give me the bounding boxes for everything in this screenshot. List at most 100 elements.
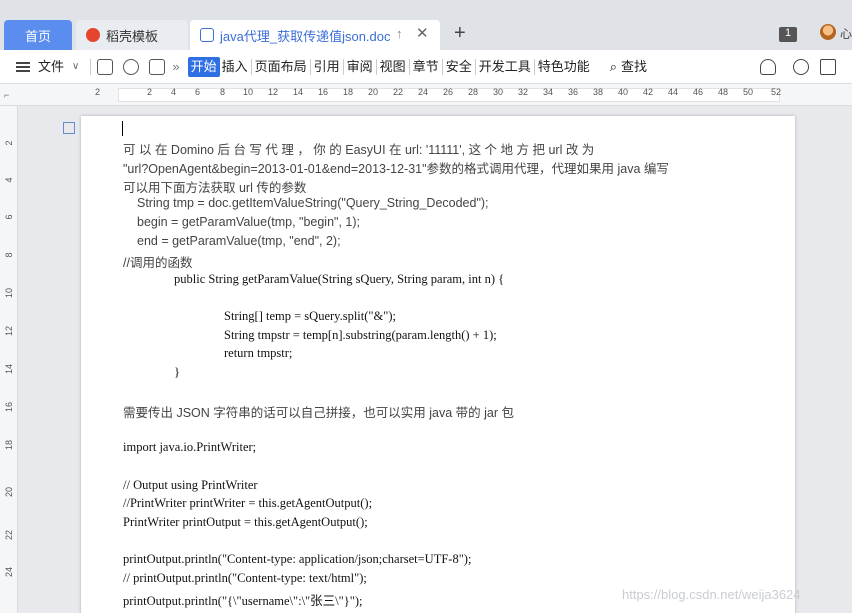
ruler-number: 14 xyxy=(4,364,14,375)
horizontal-ruler[interactable]: ⌐ 2 2 4 6 8 10 12 14 16 18 20 22 24 26 2… xyxy=(0,84,852,106)
ruler-number: 2 xyxy=(95,87,101,97)
search-button[interactable]: 查找 xyxy=(619,57,649,77)
doc-line-11: return tmpstr; xyxy=(224,346,293,360)
ruler-number: 26 xyxy=(443,87,454,97)
ruler-number: 30 xyxy=(493,87,504,97)
ruler-number: 36 xyxy=(568,87,579,97)
window-count-badge[interactable]: 1 xyxy=(779,27,797,42)
ruler-number: 34 xyxy=(543,87,554,97)
file-menu[interactable]: 文件 xyxy=(36,57,66,77)
ruler-number: 2 xyxy=(4,140,14,146)
format-painter-icon[interactable] xyxy=(123,58,140,75)
tab-home[interactable]: 首页 xyxy=(4,20,72,50)
user-label: 心 xyxy=(840,27,852,41)
ruler-number: 46 xyxy=(693,87,704,97)
ruler-number: 22 xyxy=(393,87,404,97)
ruler-number: 28 xyxy=(468,87,479,97)
divider xyxy=(408,58,410,75)
ruler-number: 14 xyxy=(293,87,304,97)
document-workspace[interactable]: 可 以 在 Domino 后 台 写 代 理 ， 你 的 EasyUI 在 ur… xyxy=(19,106,852,613)
ruler-number: 18 xyxy=(4,440,14,451)
ruler-number: 12 xyxy=(268,87,279,97)
menu-features[interactable]: 特色功能 xyxy=(536,57,592,77)
doc-line-15: // Output using PrintWriter xyxy=(123,478,258,492)
text-cursor xyxy=(122,121,123,136)
ruler-number: 40 xyxy=(618,87,629,97)
menu-developer[interactable]: 开发工具 xyxy=(477,57,533,77)
tab-document[interactable]: java代理_获取传递值json.doc ↑ ✕ xyxy=(190,20,440,50)
divider xyxy=(250,58,252,75)
ruler-number: 6 xyxy=(4,214,14,220)
menu-start[interactable]: 开始 xyxy=(187,56,220,77)
menu-references[interactable]: 引用 xyxy=(312,57,342,77)
menu-insert[interactable]: 插入 xyxy=(220,57,250,77)
divider xyxy=(342,58,344,75)
divider xyxy=(375,58,377,75)
doc-line-20: printOutput.println("{\"username\":\"张三\… xyxy=(123,594,363,608)
hamburger-icon[interactable] xyxy=(16,61,30,72)
ruler-number: 24 xyxy=(4,567,14,578)
doc-line-8: public String getParamValue(String sQuer… xyxy=(174,272,505,286)
menu-view[interactable]: 视图 xyxy=(378,57,408,77)
pin-icon[interactable]: ↑ xyxy=(396,26,403,41)
menu-security[interactable]: 安全 xyxy=(444,57,474,77)
tab-template[interactable]: 稻壳模板 xyxy=(76,20,188,50)
avatar[interactable] xyxy=(820,24,836,40)
new-tab-button[interactable]: + xyxy=(454,22,466,45)
close-tab-icon[interactable]: ✕ xyxy=(416,24,429,42)
vertical-ruler[interactable]: 2 4 6 8 10 12 14 16 18 20 22 24 xyxy=(0,106,18,613)
ruler-number: 6 xyxy=(195,87,201,97)
ruler-number: 50 xyxy=(743,87,754,97)
ribbon-menu-bar: 文件 ∨ » 开始 插入 页面布局 引用 审阅 视图 章节 安全 开发工具 特色… xyxy=(0,50,852,84)
doc-line-16: //PrintWriter printWriter = this.getAgen… xyxy=(123,496,373,510)
doc-line-12: } xyxy=(174,365,180,379)
ruler-number: 8 xyxy=(220,87,226,97)
document-page[interactable]: 可 以 在 Domino 后 台 写 代 理 ， 你 的 EasyUI 在 ur… xyxy=(81,116,795,613)
ruler-number: 20 xyxy=(368,87,379,97)
tab-home-label: 首页 xyxy=(24,28,51,44)
ruler-number: 16 xyxy=(318,87,329,97)
doc-line-2: "url?OpenAgent&begin=2013-01-01&end=2013… xyxy=(123,162,669,176)
chevron-down-icon[interactable]: ∨ xyxy=(70,57,81,77)
ruler-number: 16 xyxy=(4,402,14,413)
divider xyxy=(533,58,535,75)
divider xyxy=(474,58,476,75)
divider xyxy=(441,58,443,75)
menu-chapter[interactable]: 章节 xyxy=(411,57,441,77)
cloud-sync-icon[interactable] xyxy=(760,59,776,75)
ruler-number: 32 xyxy=(518,87,529,97)
doc-line-7: //调用的函数 xyxy=(123,256,193,270)
ruler-number: 18 xyxy=(343,87,354,97)
ruler-number: 44 xyxy=(668,87,679,97)
more-icon[interactable]: » xyxy=(170,57,181,77)
doc-line-1: 可 以 在 Domino 后 台 写 代 理 ， 你 的 EasyUI 在 ur… xyxy=(123,143,595,157)
ruler-number: 52 xyxy=(771,87,782,97)
ruler-number: 4 xyxy=(171,87,177,97)
doc-line-14: import java.io.PrintWriter; xyxy=(123,440,257,454)
export-icon[interactable] xyxy=(820,59,836,75)
share-user-icon[interactable] xyxy=(793,59,809,75)
ruler-number: 42 xyxy=(643,87,654,97)
watermark-text: https://blog.csdn.net/weija3624 xyxy=(622,587,801,602)
ruler-number: 4 xyxy=(4,177,14,183)
ruler-number: 10 xyxy=(243,87,254,97)
search-icon[interactable]: ⌕ xyxy=(608,57,619,77)
ruler-number: 2 xyxy=(147,87,153,97)
doc-line-13: 需要传出 JSON 字符串的话可以自己拼接，也可以实用 java 带的 jar … xyxy=(123,406,514,420)
menu-page-layout[interactable]: 页面布局 xyxy=(253,57,309,77)
doc-line-3: 可以用下面方法获取 url 传的参数 xyxy=(123,181,307,195)
divider xyxy=(309,58,311,75)
navigation-pane-icon[interactable] xyxy=(63,122,75,134)
divider xyxy=(90,58,92,75)
doc-line-19: // printOutput.println("Content-type: te… xyxy=(123,571,367,585)
doc-line-5: begin = getParamValue(tmp, "begin", 1); xyxy=(137,215,361,229)
tab-stop-icon[interactable]: ⌐ xyxy=(4,90,9,100)
doc-line-4: String tmp = doc.getItemValueString("Que… xyxy=(137,196,489,210)
ruler-number: 38 xyxy=(593,87,604,97)
wps-writer-window: 首页 稻壳模板 java代理_获取传递值json.doc ↑ ✕ + 1 心 文… xyxy=(0,0,852,613)
save-icon[interactable] xyxy=(97,58,114,75)
menu-review[interactable]: 审阅 xyxy=(345,57,375,77)
word-doc-icon xyxy=(200,28,214,42)
doc-line-6: end = getParamValue(tmp, "end", 2); xyxy=(137,234,341,248)
print-icon[interactable] xyxy=(149,58,166,75)
